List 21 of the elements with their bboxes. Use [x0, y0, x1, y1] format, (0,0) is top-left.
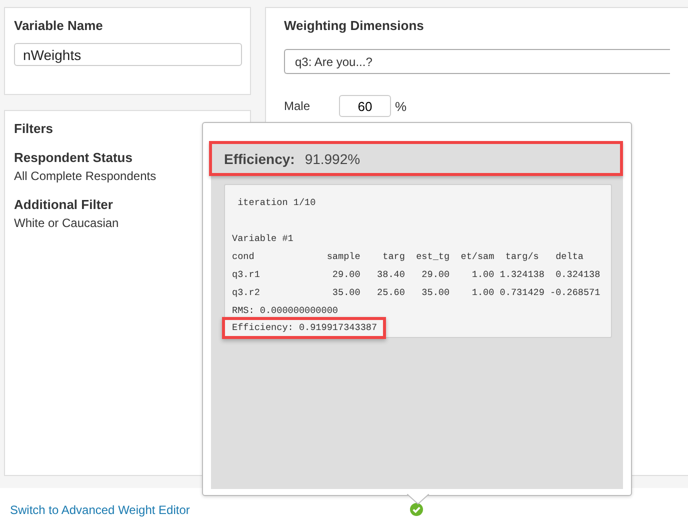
efficiency-label: Efficiency: [224, 150, 295, 166]
panel-title: Variable Name [14, 18, 104, 33]
output-line: RMS: 0.000000000000 [232, 304, 338, 316]
target-label: Male [284, 99, 312, 113]
unit-label: % [395, 98, 407, 114]
panel-title: Weighting Dimensions [284, 18, 425, 33]
panel-title: Filters [14, 121, 54, 136]
output-line: q3.r1 29.00 38.40 29.00 1.00 1.324138 0.324138 [232, 268, 600, 280]
efficiency-value: 91.992% [304, 150, 360, 166]
target-input[interactable]: 60 [339, 95, 391, 117]
output-line: q3.r2 35.00 25.60 35.00 1.00 0.731429 -0.268571 [232, 286, 600, 298]
filter-value: White or Caucasian [14, 216, 120, 230]
check-icon[interactable] [410, 503, 423, 516]
output-line: Efficiency: 0.919917343387 [232, 322, 378, 334]
variable-name-field[interactable]: nWeights [14, 43, 242, 66]
output-line: Variable #1 [232, 232, 294, 244]
advanced-editor-link[interactable]: Switch to Advanced Weight Editor [10, 503, 190, 517]
question-dropdown[interactable]: q3: Are you...? [284, 49, 670, 74]
filter-value: All Complete Respondents [14, 169, 158, 183]
output-line: cond sample targ est_tg et/sam targ/s delta [232, 250, 584, 262]
output-line: iteration 1/10 [236, 196, 316, 208]
